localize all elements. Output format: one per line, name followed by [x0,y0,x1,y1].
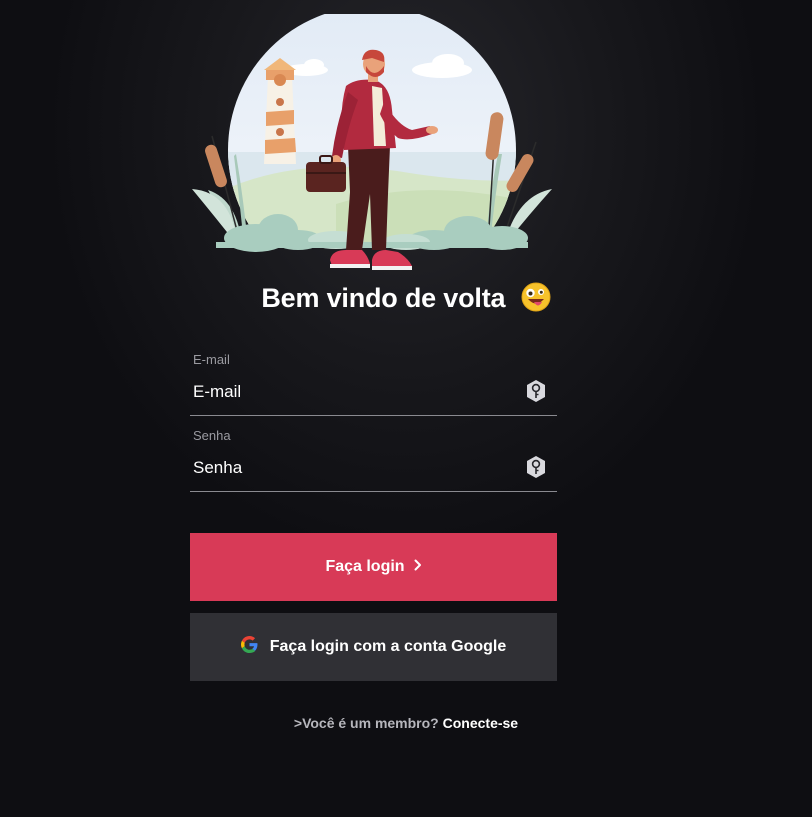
email-field-group: E-mail [190,352,557,416]
welcome-heading: Bem vindo de volta [0,282,812,319]
password-label: Senha [193,428,231,443]
password-field [190,456,557,492]
password-field-group: Senha [190,428,557,492]
password-input[interactable] [190,456,493,480]
login-button-label: Faça login [325,558,405,575]
key-icon[interactable] [525,379,547,403]
chevron-right-icon [414,558,422,576]
email-field [190,380,557,416]
google-login-label: Faça login com a conta Google [269,638,507,655]
google-icon [240,636,258,658]
login-button[interactable]: Faça login [190,533,557,601]
email-label: E-mail [193,352,230,367]
connect-link[interactable]: Conecte-se [443,715,518,731]
welcome-title: Bem vindo de volta [261,283,506,313]
hero-illustration [186,14,558,276]
email-input[interactable] [190,380,493,404]
member-prompt-text: >Você é um membro? [293,715,439,731]
key-icon[interactable] [525,455,547,479]
member-prompt: >Você é um membro? Conecte-se [0,715,812,731]
google-login-button[interactable]: Faça login com a conta Google [190,613,557,681]
zany-face-emoji-icon [521,282,551,319]
